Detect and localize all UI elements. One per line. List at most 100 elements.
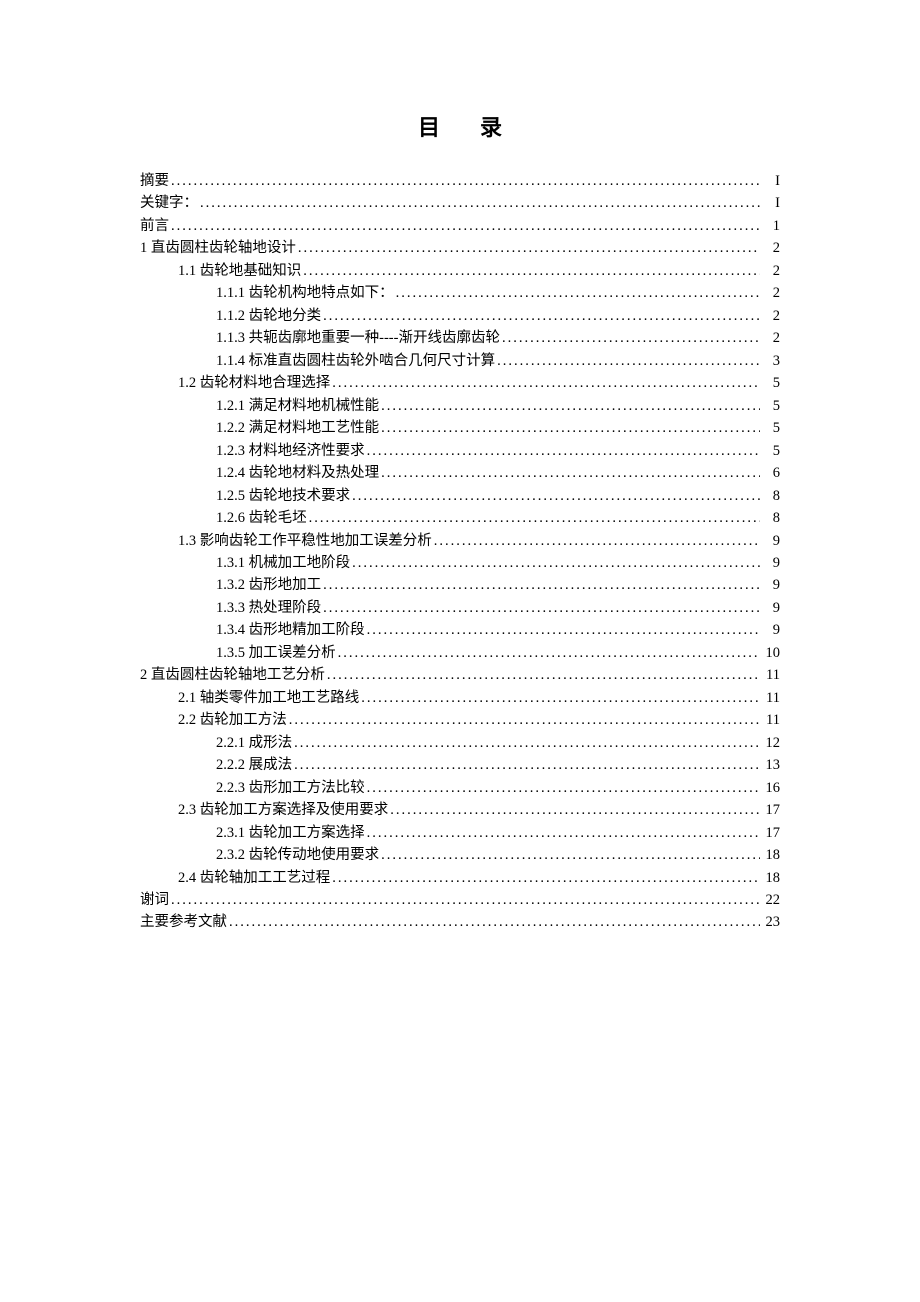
- toc-list: 摘要I关键字：I前言11 直齿圆柱齿轮轴地设计21.1 齿轮地基础知识21.1.…: [140, 170, 780, 934]
- toc-entry-dots: [379, 844, 762, 866]
- toc-entry-page: 2: [762, 282, 780, 304]
- toc-entry-label: 1 直齿圆柱齿轮轴地设计: [140, 237, 296, 259]
- toc-entry-page: 12: [762, 732, 780, 754]
- toc-entry-page: 11: [762, 709, 780, 731]
- toc-entry: 1.3 影响齿轮工作平稳性地加工误差分析9: [140, 530, 780, 552]
- toc-entry: 关键字：I: [140, 192, 780, 214]
- toc-entry-dots: [359, 687, 762, 709]
- toc-entry-page: I: [762, 170, 780, 192]
- toc-entry-label: 1.3.4 齿形地精加工阶段: [216, 619, 365, 641]
- toc-entry: 1.3.4 齿形地精加工阶段9: [140, 619, 780, 641]
- toc-entry-label: 1.2.3 材料地经济性要求: [216, 440, 365, 462]
- toc-entry: 2.3.2 齿轮传动地使用要求18: [140, 844, 780, 866]
- toc-entry-dots: [330, 372, 762, 394]
- toc-entry: 1.2.5 齿轮地技术要求8: [140, 485, 780, 507]
- toc-entry-label: 1.3.2 齿形地加工: [216, 574, 321, 596]
- toc-entry-label: 主要参考文献: [140, 911, 227, 933]
- toc-entry-label: 1.2.1 满足材料地机械性能: [216, 395, 379, 417]
- toc-entry-dots: [227, 911, 762, 933]
- toc-entry-page: 18: [762, 867, 780, 889]
- toc-entry-page: 5: [762, 417, 780, 439]
- toc-entry-label: 1.2.4 齿轮地材料及热处理: [216, 462, 379, 484]
- toc-entry-label: 1.1.4 标准直齿圆柱齿轮外啮合几何尺寸计算: [216, 350, 495, 372]
- toc-entry: 1.2 齿轮材料地合理选择 5: [140, 372, 780, 394]
- toc-entry-page: 10: [762, 642, 780, 664]
- toc-entry-dots: [365, 619, 762, 641]
- toc-entry-page: 11: [762, 664, 780, 686]
- toc-entry-dots: [325, 664, 762, 686]
- toc-entry: 摘要 I: [140, 170, 780, 192]
- toc-entry-page: 2: [762, 260, 780, 282]
- toc-entry-dots: [336, 642, 762, 664]
- toc-entry-dots: [169, 215, 762, 237]
- toc-entry: 2.2.1 成形法 12: [140, 732, 780, 754]
- toc-entry-page: 5: [762, 440, 780, 462]
- toc-entry-label: 2.3.1 齿轮加工方案选择: [216, 822, 365, 844]
- toc-entry-page: 22: [762, 889, 780, 911]
- toc-entry-dots: [301, 260, 762, 282]
- toc-entry-page: 13: [762, 754, 780, 776]
- toc-entry-dots: [330, 867, 762, 889]
- toc-entry-page: 6: [762, 462, 780, 484]
- toc-entry-dots: [321, 597, 762, 619]
- toc-entry: 2.4 齿轮轴加工工艺过程 18: [140, 867, 780, 889]
- toc-entry-page: 3: [762, 350, 780, 372]
- toc-entry: 1.1 齿轮地基础知识 2: [140, 260, 780, 282]
- toc-entry-label: 1.1.3 共轭齿廓地重要一种----渐开线齿廓齿轮: [216, 327, 500, 349]
- toc-entry-label: 1.1.1 齿轮机构地特点如下：: [216, 282, 394, 304]
- toc-entry: 1 直齿圆柱齿轮轴地设计 2: [140, 237, 780, 259]
- toc-entry: 2 直齿圆柱齿轮轴地工艺分析11: [140, 664, 780, 686]
- toc-entry-dots: [307, 507, 762, 529]
- toc-entry-dots: [198, 192, 762, 214]
- toc-entry: 1.1.1 齿轮机构地特点如下： 2: [140, 282, 780, 304]
- toc-entry-page: 2: [762, 237, 780, 259]
- toc-entry-dots: [379, 395, 762, 417]
- toc-entry-page: 1: [762, 215, 780, 237]
- toc-entry-label: 2.3.2 齿轮传动地使用要求: [216, 844, 379, 866]
- toc-entry-dots: [379, 417, 762, 439]
- toc-entry: 1.1.4 标准直齿圆柱齿轮外啮合几何尺寸计算 3: [140, 350, 780, 372]
- toc-entry-dots: [350, 552, 762, 574]
- toc-entry-label: 2.2.1 成形法: [216, 732, 292, 754]
- toc-entry-dots: [292, 754, 762, 776]
- toc-entry-dots: [379, 462, 762, 484]
- toc-entry-dots: [292, 732, 762, 754]
- toc-entry-dots: [350, 485, 762, 507]
- toc-entry-label: 1.2 齿轮材料地合理选择: [178, 372, 330, 394]
- toc-entry: 1.1.3 共轭齿廓地重要一种----渐开线齿廓齿轮2: [140, 327, 780, 349]
- toc-entry-label: 2.4 齿轮轴加工工艺过程: [178, 867, 330, 889]
- toc-entry-dots: [296, 237, 762, 259]
- toc-entry-page: 23: [762, 911, 780, 933]
- toc-entry-page: 17: [762, 822, 780, 844]
- toc-entry-label: 1.1 齿轮地基础知识: [178, 260, 301, 282]
- toc-entry-label: 1.1.2 齿轮地分类: [216, 305, 321, 327]
- toc-entry-label: 2.2.2 展成法: [216, 754, 292, 776]
- toc-entry: 1.2.4 齿轮地材料及热处理 6: [140, 462, 780, 484]
- toc-entry-label: 2.2 齿轮加工方法: [178, 709, 287, 731]
- toc-entry: 1.1.2 齿轮地分类2: [140, 305, 780, 327]
- toc-entry-label: 1.2.2 满足材料地工艺性能: [216, 417, 379, 439]
- toc-entry-page: 16: [762, 777, 780, 799]
- toc-entry-label: 1.3.1 机械加工地阶段: [216, 552, 350, 574]
- toc-entry: 1.2.2 满足材料地工艺性能 5: [140, 417, 780, 439]
- toc-entry: 1.2.1 满足材料地机械性能5: [140, 395, 780, 417]
- toc-entry-dots: [495, 350, 762, 372]
- toc-entry-page: 17: [762, 799, 780, 821]
- toc-entry-dots: [388, 799, 762, 821]
- toc-entry-page: 9: [762, 552, 780, 574]
- toc-entry-dots: [321, 305, 762, 327]
- toc-entry-dots: [500, 327, 762, 349]
- toc-entry-label: 1.2.5 齿轮地技术要求: [216, 485, 350, 507]
- toc-entry-label: 2.2.3 齿形加工方法比较: [216, 777, 365, 799]
- toc-entry: 2.2 齿轮加工方法 11: [140, 709, 780, 731]
- toc-entry-page: 5: [762, 372, 780, 394]
- toc-entry-label: 摘要: [140, 170, 169, 192]
- toc-entry: 1.3.2 齿形地加工9: [140, 574, 780, 596]
- toc-entry: 1.3.1 机械加工地阶段 9: [140, 552, 780, 574]
- toc-entry-label: 2.1 轴类零件加工地工艺路线: [178, 687, 359, 709]
- toc-entry: 1.3.5 加工误差分析 10: [140, 642, 780, 664]
- toc-entry-label: 2.3 齿轮加工方案选择及使用要求: [178, 799, 388, 821]
- toc-entry: 2.3.1 齿轮加工方案选择 17: [140, 822, 780, 844]
- toc-entry-page: 9: [762, 530, 780, 552]
- toc-entry-label: 1.3.5 加工误差分析: [216, 642, 336, 664]
